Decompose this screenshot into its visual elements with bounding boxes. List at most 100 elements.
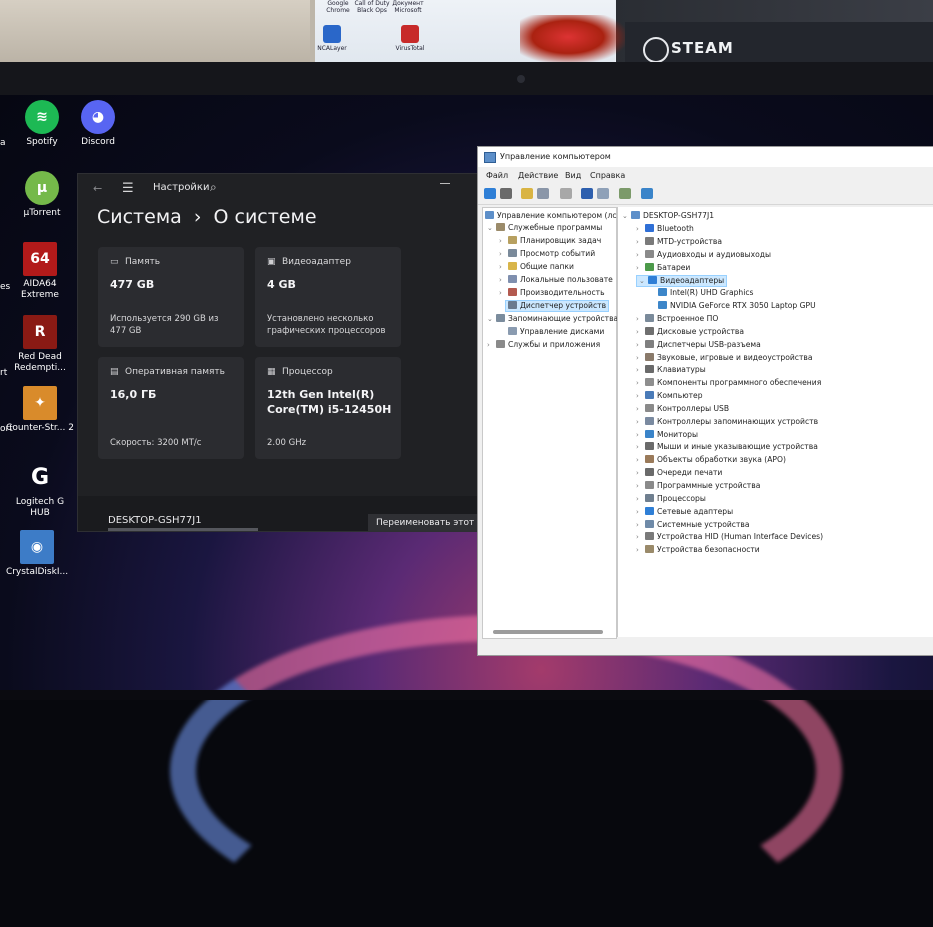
monitor-icon[interactable] bbox=[641, 188, 653, 199]
device-category[interactable]: › Сетевые адаптеры bbox=[636, 506, 733, 517]
desktop-icon-discord[interactable]: ◕ Discord bbox=[63, 100, 133, 148]
desktop-icon-crystaldisk[interactable]: ◉ CrystalDiskI... bbox=[2, 530, 72, 578]
tree-item[interactable]: › Производительность bbox=[499, 288, 605, 298]
desktop-icon-counter-strike[interactable]: ✦ Counter-Str... 2 bbox=[5, 386, 75, 434]
expand-chevron-icon[interactable]: › bbox=[636, 263, 645, 273]
event-viewer-icon bbox=[508, 249, 517, 257]
tree-item[interactable]: › Локальные пользовате bbox=[499, 275, 613, 285]
up-folder-icon[interactable] bbox=[521, 188, 533, 199]
expand-chevron-icon[interactable]: › bbox=[636, 468, 645, 478]
tree-item[interactable]: › Общие папки bbox=[499, 262, 574, 272]
device-category[interactable]: › Контроллеры USB bbox=[636, 403, 729, 414]
gpu-card[interactable]: ▣ Видеоадаптер 4 GB Установлено нескольк… bbox=[255, 247, 401, 347]
device-category[interactable]: › Объекты обработки звука (APO) bbox=[636, 455, 786, 465]
minimize-button[interactable] bbox=[440, 183, 450, 184]
device-category[interactable]: › Компоненты программного обеспечения bbox=[636, 378, 821, 388]
tree-item-selected[interactable]: Диспетчер устройств bbox=[505, 300, 610, 312]
tree-item[interactable]: ⌄ Служебные программы bbox=[487, 223, 602, 233]
expand-chevron-icon[interactable]: › bbox=[636, 430, 645, 440]
device-category[interactable]: ⌄ Видеоадаптеры bbox=[636, 275, 728, 288]
tree-item[interactable]: Управление дисками bbox=[508, 327, 604, 337]
menu-view[interactable]: Вид bbox=[565, 171, 581, 180]
expand-chevron-icon[interactable]: › bbox=[636, 520, 645, 530]
device-category[interactable]: › Мониторы bbox=[636, 429, 698, 440]
cpu-card[interactable]: ▦ Процессор 12th Gen Intel(R) Core(TM) i… bbox=[255, 357, 401, 459]
expand-chevron-icon[interactable]: › bbox=[636, 545, 645, 555]
view-icon[interactable] bbox=[597, 188, 609, 199]
expand-chevron-icon[interactable]: › bbox=[636, 391, 645, 401]
expand-chevron-icon[interactable]: › bbox=[636, 327, 645, 337]
users-icon bbox=[508, 275, 517, 283]
device-category[interactable]: › Мыши и иные указывающие устройства bbox=[636, 442, 818, 452]
expand-chevron-icon[interactable]: ⌄ bbox=[639, 276, 648, 286]
expand-chevron-icon[interactable]: › bbox=[636, 417, 645, 427]
expand-chevron-icon[interactable]: › bbox=[636, 340, 645, 350]
device-category[interactable]: › Клавиатуры bbox=[636, 365, 706, 375]
device-category[interactable]: › Звуковые, игровые и видеоустройства bbox=[636, 352, 813, 363]
tree-item[interactable]: ⌄ Запоминающие устройства bbox=[487, 314, 618, 324]
expand-chevron-icon[interactable]: › bbox=[636, 404, 645, 414]
breadcrumb-parent[interactable]: Система bbox=[97, 206, 182, 228]
device-category[interactable]: › Контроллеры запоминающих устройств bbox=[636, 416, 818, 427]
desktop-icon-red-dead[interactable]: R Red Dead Redempti... bbox=[5, 315, 75, 374]
device-category[interactable]: › Программные устройства bbox=[636, 481, 760, 491]
storage-card[interactable]: ▭ Память 477 GB Используется 290 GB из 4… bbox=[98, 247, 244, 347]
device-category[interactable]: › Bluetooth bbox=[636, 224, 694, 234]
expand-chevron-icon[interactable]: › bbox=[636, 250, 645, 260]
back-arrow-icon[interactable]: ← bbox=[93, 182, 102, 195]
expand-chevron-icon[interactable]: › bbox=[636, 494, 645, 504]
device-category[interactable]: › Процессоры bbox=[636, 493, 706, 504]
menu-file[interactable]: Файл bbox=[486, 171, 508, 180]
menu-action[interactable]: Действие bbox=[518, 171, 558, 180]
device-item[interactable]: Intel(R) UHD Graphics bbox=[658, 288, 754, 298]
expand-chevron-icon[interactable]: › bbox=[636, 365, 645, 375]
expand-chevron-icon[interactable]: › bbox=[636, 507, 645, 517]
card-title: Процессор bbox=[282, 367, 333, 377]
forward-arrow-icon[interactable] bbox=[500, 188, 512, 199]
expand-chevron-icon[interactable]: › bbox=[636, 455, 645, 465]
properties-icon[interactable] bbox=[560, 188, 572, 199]
expand-chevron-icon[interactable]: › bbox=[636, 378, 645, 388]
help-icon[interactable] bbox=[581, 188, 593, 199]
rename-pc-button[interactable]: Переименовать этот П bbox=[368, 514, 483, 531]
device-category[interactable]: › Диспетчеры USB-разъема bbox=[636, 339, 761, 350]
menu-bar: Файл Действие Вид Справка bbox=[478, 169, 933, 183]
device-category[interactable]: › Батареи bbox=[636, 262, 690, 273]
show-hide-tree-icon[interactable] bbox=[537, 188, 549, 199]
device-category[interactable]: › Очереди печати bbox=[636, 468, 722, 478]
spotify-icon: ≋ bbox=[25, 100, 59, 134]
expand-chevron-icon[interactable]: › bbox=[636, 442, 645, 452]
device-category[interactable]: › Встроенное ПО bbox=[636, 313, 718, 324]
tree-item[interactable]: › Службы и приложения bbox=[487, 340, 600, 350]
device-category[interactable]: › Устройства безопасности bbox=[636, 545, 760, 555]
device-category[interactable]: › MTD-устройства bbox=[636, 236, 722, 247]
horizontal-scrollbar[interactable] bbox=[493, 630, 603, 634]
expand-chevron-icon[interactable]: › bbox=[636, 353, 645, 363]
search-icon[interactable]: ⌕ bbox=[210, 180, 217, 195]
tree-item[interactable]: › Планировщик задач bbox=[499, 236, 601, 246]
scan-hardware-icon[interactable] bbox=[619, 188, 631, 199]
device-category[interactable]: › Компьютер bbox=[636, 391, 703, 401]
expand-chevron-icon[interactable]: › bbox=[636, 224, 645, 234]
device-category[interactable]: › Аудиовходы и аудиовыходы bbox=[636, 249, 771, 260]
device-root[interactable]: ⌄ DESKTOP-GSH77J1 bbox=[622, 211, 714, 221]
tree-item[interactable]: › Просмотр событий bbox=[499, 249, 595, 259]
desktop-icon-aida64[interactable]: 64 AIDA64 Extreme bbox=[5, 242, 75, 301]
menu-help[interactable]: Справка bbox=[590, 171, 625, 180]
breadcrumb-current: О системе bbox=[213, 206, 317, 228]
ram-card[interactable]: ▤ Оперативная память 16,0 ГБ Скорость: 3… bbox=[98, 357, 244, 459]
back-arrow-icon[interactable] bbox=[484, 188, 496, 199]
device-category[interactable]: › Системные устройства bbox=[636, 519, 750, 530]
expand-chevron-icon[interactable]: › bbox=[636, 314, 645, 324]
tree-item[interactable]: Управление компьютером (лс bbox=[485, 211, 617, 221]
expand-chevron-icon[interactable]: › bbox=[636, 481, 645, 491]
hamburger-menu-icon[interactable]: ☰ bbox=[122, 181, 134, 196]
desktop-icon-logitech[interactable]: G Logitech G HUB bbox=[5, 460, 75, 519]
expand-chevron-icon[interactable]: › bbox=[636, 532, 645, 542]
desktop-icon-utorrent[interactable]: µ µTorrent bbox=[7, 171, 77, 219]
expand-chevron-icon[interactable]: › bbox=[636, 237, 645, 247]
device-category[interactable]: › Дисковые устройства bbox=[636, 326, 744, 337]
device-item[interactable]: NVIDIA GeForce RTX 3050 Laptop GPU bbox=[658, 301, 816, 311]
device-category[interactable]: › Устройства HID (Human Interface Devices… bbox=[636, 532, 823, 542]
device-category-icon bbox=[645, 506, 654, 515]
